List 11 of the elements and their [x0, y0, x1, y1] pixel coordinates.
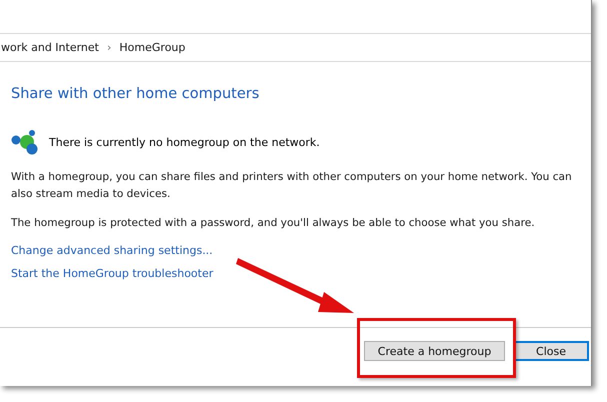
link[interactable]: Start the HomeGroup troubleshooter	[11, 267, 214, 280]
description-text: The homegroup is protected with a password, and you'll always be able to choose what you share.	[11, 216, 536, 231]
dialog-button[interactable]: Close	[513, 341, 589, 361]
breadcrumb-item[interactable]: HomeGroup	[119, 41, 186, 54]
breadcrumb-separator: ›	[107, 41, 112, 54]
description-text: With a homegroup, you can share files and printers with other computers on your home network. You can also stream media to devices.	[11, 170, 573, 202]
status-message: There is currently no homegroup on the network.	[49, 136, 320, 148]
page-heading: Share with other home computers	[11, 86, 260, 102]
breadcrumb-item[interactable]: work and Internet	[1, 41, 99, 54]
dialog-button[interactable]: Create a homegroup	[364, 341, 505, 361]
link[interactable]: Change advanced sharing settings...	[11, 244, 213, 257]
